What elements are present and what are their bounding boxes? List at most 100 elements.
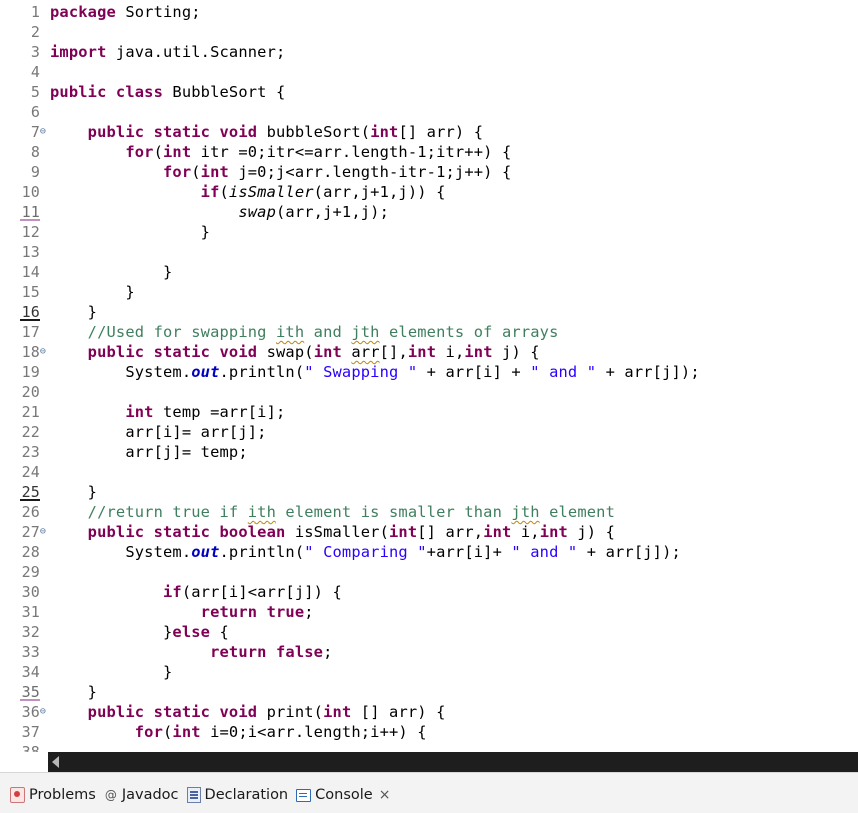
- code-line[interactable]: 8 for(int itr =0;itr<=arr.length-1;itr++…: [31, 142, 858, 162]
- code-token: package: [50, 3, 116, 21]
- code-token: j) {: [492, 343, 540, 361]
- code-token: int: [407, 343, 437, 361]
- code-line[interactable]: 30 if(arr[i]<arr[j]) {: [22, 582, 858, 602]
- code-token: int: [483, 523, 512, 541]
- code-line[interactable]: 14 }: [22, 262, 858, 282]
- code-token: bubbleSort(: [257, 123, 371, 141]
- tab-console[interactable]: Console ×: [292, 781, 394, 809]
- tab-problems[interactable]: Problems: [6, 781, 100, 809]
- code-line[interactable]: 1 package Sorting;: [31, 2, 858, 22]
- code-token: Sorting;: [115, 3, 201, 21]
- fold-collapse-icon[interactable]: ⊖: [38, 122, 48, 142]
- code-line[interactable]: 3 import java.util.Scanner;: [31, 42, 858, 62]
- line-number: 38: [21, 743, 40, 752]
- javadoc-icon: @: [104, 788, 117, 802]
- code-token: i,: [511, 523, 540, 541]
- tab-javadoc-label: Javadoc: [121, 787, 179, 803]
- code-text: if(arr[i]<arr[j]) {: [50, 583, 342, 601]
- code-token: temp =arr[i];: [153, 403, 286, 421]
- code-token: int: [125, 403, 154, 421]
- code-line[interactable]: 33 return false;: [22, 642, 858, 662]
- line-number: 31: [21, 603, 40, 621]
- code-token: (arr,j+1,j);: [276, 203, 389, 221]
- fold-collapse-icon[interactable]: ⊖: [38, 342, 48, 362]
- code-area[interactable]: 1 package Sorting; 2 3 import java.util.Scan…: [20, 2, 858, 752]
- code-token: if: [200, 183, 220, 201]
- code-line[interactable]: 17 //Used for swapping ith and jth eleme…: [22, 322, 858, 342]
- line-number: 23: [21, 443, 40, 461]
- code-line[interactable]: 32 }else {: [22, 622, 858, 642]
- code-token: " Comparing ": [304, 543, 427, 561]
- code-line[interactable]: 18 ⊖ public static void swap(int arr[],in…: [22, 342, 858, 362]
- code-token: arr[i]= arr[j];: [50, 423, 267, 441]
- fold-collapse-icon[interactable]: ⊖: [38, 522, 48, 542]
- code-token: int: [200, 163, 229, 181]
- code-line[interactable]: 27 ⊖ public static boolean isSmaller(int[…: [22, 522, 858, 542]
- code-line[interactable]: 2: [31, 22, 858, 42]
- code-line[interactable]: 28 System.out.println(" Comparing "+arr[…: [22, 542, 858, 562]
- tab-javadoc[interactable]: @ Javadoc: [100, 781, 183, 809]
- horizontal-scrollbar[interactable]: [48, 752, 858, 772]
- code-line[interactable]: 29: [22, 562, 858, 582]
- code-line[interactable]: 23 arr[j]= temp;: [22, 442, 858, 462]
- code-text: public class BubbleSort {: [50, 83, 285, 101]
- code-text: }: [50, 223, 210, 241]
- code-line[interactable]: 4: [31, 62, 858, 82]
- code-editor[interactable]: 1 package Sorting; 2 3 import java.util.Scan…: [0, 0, 858, 752]
- code-line[interactable]: 5 public class BubbleSort {: [31, 82, 858, 102]
- line-number: 14: [21, 263, 40, 281]
- line-number: 3: [30, 43, 40, 61]
- code-token: int: [323, 703, 352, 721]
- close-icon[interactable]: ×: [379, 787, 391, 803]
- code-line[interactable]: 20: [22, 382, 858, 402]
- code-line[interactable]: 10 if(isSmaller(arr,j+1,j)) {: [22, 182, 858, 202]
- code-token: boolean: [219, 523, 286, 541]
- scroll-left-icon[interactable]: [52, 756, 59, 768]
- code-line[interactable]: 25 }: [20, 482, 858, 502]
- code-line[interactable]: 15 }: [22, 282, 858, 302]
- line-number: 35: [0, 682, 40, 702]
- line-number: 24: [21, 463, 40, 481]
- code-line[interactable]: 26 //return true if ith element is small…: [22, 502, 858, 522]
- line-number: 27: [21, 523, 40, 541]
- code-token: (: [219, 183, 229, 201]
- code-line[interactable]: 13: [22, 242, 858, 262]
- tab-declaration[interactable]: Declaration: [183, 781, 293, 809]
- code-line[interactable]: 38 System.out.print(arr[i] +" ");: [22, 742, 858, 752]
- code-text: }: [50, 303, 97, 321]
- code-line[interactable]: 24: [22, 462, 858, 482]
- code-token: [] arr) {: [351, 703, 446, 721]
- fold-collapse-icon[interactable]: ⊖: [38, 702, 48, 722]
- code-line[interactable]: 6: [31, 102, 858, 122]
- code-line[interactable]: 35 }: [20, 682, 858, 702]
- code-line[interactable]: 21 int temp =arr[i];: [22, 402, 858, 422]
- code-text: arr[j]= temp;: [50, 443, 248, 461]
- line-number: 2: [30, 23, 40, 41]
- code-text: public static void swap(int arr[],int i,…: [50, 343, 540, 361]
- code-line[interactable]: 9 for(int j=0;j<arr.length-itr-1;j++) {: [31, 162, 858, 182]
- code-line[interactable]: 19 System.out.println(" Swapping " + arr…: [22, 362, 858, 382]
- code-token: false: [276, 643, 324, 661]
- code-line[interactable]: 11 swap(arr,j+1,j);: [20, 202, 858, 222]
- code-token: ;: [304, 603, 314, 621]
- code-token: + arr[i] +: [417, 363, 531, 381]
- line-number: 12: [21, 223, 40, 241]
- code-text: //Used for swapping ith and jth elements…: [50, 323, 559, 341]
- code-line[interactable]: 16 }: [20, 302, 858, 322]
- code-line[interactable]: 31 return true;: [22, 602, 858, 622]
- code-line[interactable]: 7 ⊖ public static void bubbleSort(int[] a…: [31, 122, 858, 142]
- line-number: 11: [0, 202, 40, 222]
- code-line[interactable]: 36 ⊖ public static void print(int [] arr)…: [22, 702, 858, 722]
- code-line[interactable]: 37 for(int i=0;i<arr.length;i++) {: [22, 722, 858, 742]
- code-token: " and ": [511, 543, 578, 561]
- code-line[interactable]: 12 }: [22, 222, 858, 242]
- code-line[interactable]: 22 arr[i]= arr[j];: [22, 422, 858, 442]
- line-number: 25: [0, 482, 40, 502]
- code-line[interactable]: 34 }: [22, 662, 858, 682]
- code-token: out: [191, 543, 220, 561]
